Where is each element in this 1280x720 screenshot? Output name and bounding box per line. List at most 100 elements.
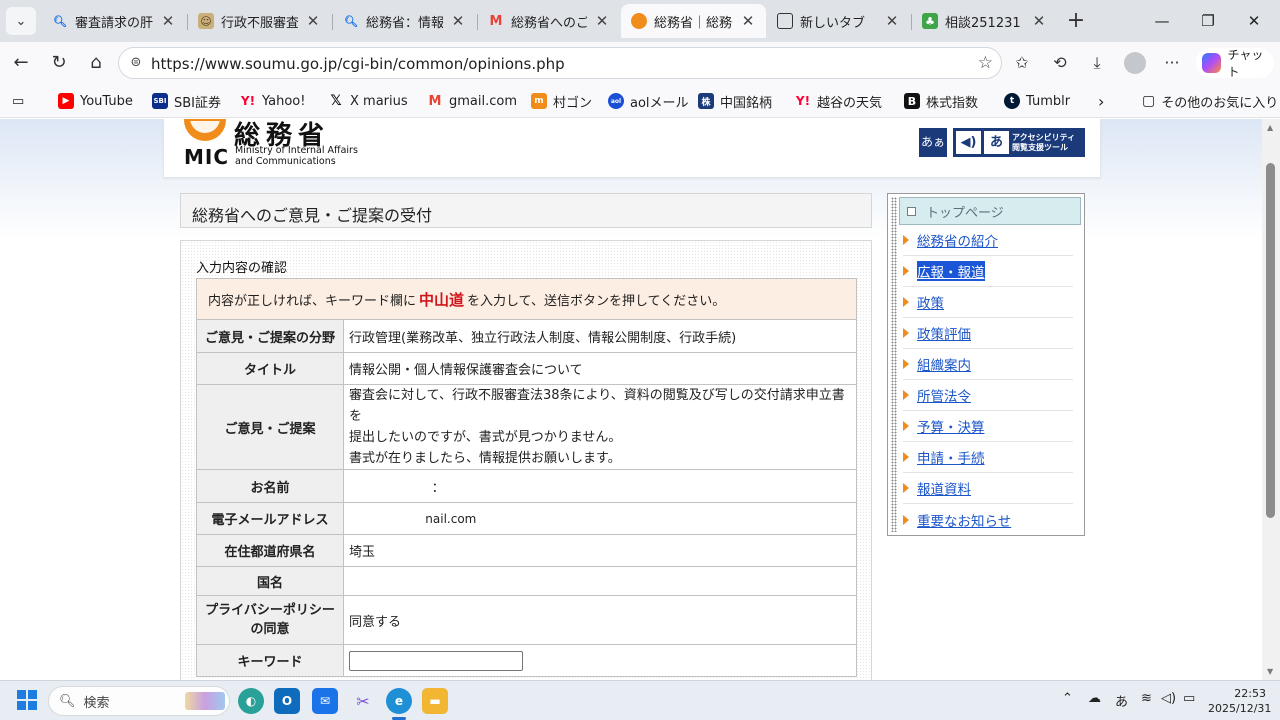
copilot-icon	[1202, 53, 1222, 73]
arrow-right-icon	[903, 328, 909, 338]
chevron-up-icon[interactable]: ⌃	[1062, 691, 1073, 706]
page-scrollbar[interactable]: ▲ ▼	[1262, 119, 1280, 680]
tab-title: 総務省へのご意見	[511, 15, 587, 31]
bookmark-yahoo[interactable]: Y! Yahoo!	[240, 91, 306, 111]
minimize-button[interactable]: —	[1139, 6, 1185, 36]
keyword-input[interactable]	[349, 650, 523, 671]
restore-button[interactable]: ❐	[1185, 6, 1231, 36]
other-favorites-folder[interactable]: ▢ その他のお気に入り	[1142, 91, 1278, 111]
bookmark-x[interactable]: 𝕏 X marius	[328, 91, 407, 111]
sidebar-item-label[interactable]: 総務省の紹介	[917, 230, 998, 250]
sidebar-item-top-page[interactable]: トップページ	[899, 197, 1081, 225]
download-icon[interactable]: ⤓	[1083, 50, 1111, 76]
address-bar[interactable]: ⊜ https://www.soumu.go.jp/cgi-bin/common…	[118, 47, 1002, 79]
site-info-icon[interactable]: ⊜	[127, 54, 145, 72]
newtab-icon	[777, 13, 793, 29]
taskbar-clock[interactable]: 22:53 2025/12/31	[1208, 686, 1271, 716]
close-icon[interactable]: ✕	[740, 12, 756, 30]
bookmarks-overflow-button[interactable]: ›	[1098, 91, 1104, 111]
ime-indicator[interactable]: あ	[1115, 691, 1128, 710]
sidebar-item-applications[interactable]: 申請・手続	[903, 442, 1073, 473]
close-icon[interactable]: ✕	[305, 12, 321, 30]
taskbar-search[interactable]: 🔍︎ 検索	[48, 686, 230, 716]
close-window-button[interactable]: ✕	[1231, 6, 1277, 36]
scroll-down-icon[interactable]: ▼	[1267, 667, 1273, 676]
address-url[interactable]: https://www.soumu.go.jp/cgi-bin/common/o…	[151, 55, 565, 73]
profile-avatar[interactable]	[1124, 52, 1146, 74]
sidebar-item-label[interactable]: 予算・決算	[917, 416, 985, 436]
close-icon[interactable]: ✕	[1031, 12, 1047, 30]
edge-icon[interactable]: e	[386, 688, 412, 714]
sidebar-item-label[interactable]: 報道資料	[917, 478, 971, 498]
sidebar-item-organization[interactable]: 組織案内	[903, 349, 1073, 380]
tab-actions-menu-button[interactable]: ⌄	[6, 7, 36, 35]
bookmark-sbi[interactable]: SBI SBI証券	[152, 91, 221, 111]
accessibility-tool-button[interactable]: ◀) あ アクセシビリティ 閲覧支援ツール	[953, 128, 1085, 157]
start-button[interactable]	[17, 690, 37, 710]
sidebar-item-press-releases[interactable]: 報道資料	[903, 473, 1073, 504]
bookmark-aol[interactable]: aol aolメール	[608, 91, 689, 111]
sidebar-item-budget[interactable]: 予算・決算	[903, 411, 1073, 442]
close-icon[interactable]: ✕	[594, 12, 610, 30]
scrollbar-thumb[interactable]	[1266, 163, 1275, 518]
copilot-chat-button[interactable]: チャット	[1196, 48, 1274, 79]
mic-logo-icon[interactable]	[184, 119, 226, 141]
bookmark-gmail[interactable]: M gmail.com	[427, 91, 517, 111]
sidebar-item-label[interactable]: 政策	[917, 292, 944, 312]
sidebar-item-policy[interactable]: 政策	[903, 287, 1073, 318]
snipping-tool-icon[interactable]: ✂	[350, 688, 376, 714]
battery-icon[interactable]: ▭	[1183, 691, 1195, 706]
browser-tab-active[interactable]: 総務省｜総務省 ✕	[621, 4, 766, 38]
back-button[interactable]: ←	[6, 49, 36, 77]
collections-button[interactable]: ▭	[12, 91, 24, 111]
bookmark-youtube[interactable]: ▶ YouTube	[58, 91, 133, 111]
close-icon[interactable]: ✕	[160, 12, 176, 30]
notice-text-after: を入力して、送信ボタンを押してください。	[467, 293, 726, 309]
confirmation-panel: 入力内容の確認 内容が正しければ、キーワード欄に 中山道 を入力して、送信ボタンを押…	[180, 240, 872, 680]
sidebar-item-label[interactable]: 申請・手続	[917, 447, 985, 467]
browser-tab[interactable]: 新しいタブ ✕	[767, 4, 910, 38]
sidebar-item-label[interactable]: 所管法令	[917, 385, 971, 405]
sidebar-item-label[interactable]: 組織案内	[917, 354, 971, 374]
sidebar-item-press[interactable]: 広報・報道	[903, 256, 1073, 287]
bookmark-label: 株式指数	[926, 95, 979, 111]
close-icon[interactable]: ✕	[884, 12, 900, 30]
outlook-icon[interactable]: O	[274, 688, 300, 714]
favorites-icon[interactable]: ✩	[1008, 50, 1036, 76]
favorite-star-icon[interactable]: ☆	[978, 53, 993, 73]
sidebar-item-important-notices[interactable]: 重要なお知らせ	[903, 504, 1073, 535]
browser-tab[interactable]: 🔍︎ 審査請求の肝 - ✕	[42, 4, 186, 38]
scroll-up-icon[interactable]: ▲	[1267, 123, 1273, 132]
volume-icon[interactable]: ◁)	[1161, 691, 1176, 706]
history-icon[interactable]: ⟲	[1046, 50, 1074, 76]
sidebar-item-policy-evaluation[interactable]: 政策評価	[903, 318, 1073, 349]
sidebar-item-label[interactable]: 広報・報道	[917, 261, 985, 281]
table-row: お名前 ：	[196, 469, 857, 503]
bookmark-weather[interactable]: Y! 越谷の天気	[795, 91, 882, 111]
sidebar-item-label[interactable]: 政策評価	[917, 323, 971, 343]
bookmark-tumblr[interactable]: t Tumblr	[1004, 91, 1070, 111]
sidebar-item-introduction[interactable]: 総務省の紹介	[903, 225, 1073, 256]
new-tab-button[interactable]: +	[1062, 8, 1090, 36]
sidebar-item-laws[interactable]: 所管法令	[903, 380, 1073, 411]
browser-tab[interactable]: 🔍︎ 総務省：情報公 ✕	[333, 4, 476, 38]
bookmark-stock-index[interactable]: B 株式指数	[904, 91, 978, 111]
widgets-icon[interactable]: ◐	[238, 688, 264, 714]
bookmark-murgon[interactable]: m 村ゴン	[531, 91, 592, 111]
browser-tab[interactable]: ♣ 相談251231 Y ✕	[912, 4, 1057, 38]
cloud-icon[interactable]: ☁	[1088, 691, 1101, 706]
mail-icon[interactable]: ✉	[312, 688, 338, 714]
site-logo-abbr[interactable]: MIC	[184, 145, 229, 169]
wifi-icon[interactable]: ≋	[1141, 691, 1152, 706]
home-button[interactable]: ⌂	[81, 49, 111, 77]
file-explorer-icon[interactable]: ▬	[422, 688, 448, 714]
close-icon[interactable]: ✕	[450, 12, 466, 30]
field-label: ご意見・ご提案	[196, 384, 344, 470]
more-menu-icon[interactable]: ···	[1158, 50, 1186, 76]
browser-tab[interactable]: M 総務省へのご意見 ✕	[478, 4, 620, 38]
furigana-button[interactable]: あぁあ	[919, 128, 947, 178]
refresh-button[interactable]: ↻	[44, 49, 74, 77]
bookmark-china-stocks[interactable]: 株 中国銘柄	[698, 91, 772, 111]
browser-tab[interactable]: ☺ 行政不服審査法 ✕	[188, 4, 331, 38]
sidebar-item-label[interactable]: 重要なお知らせ	[917, 510, 1011, 530]
